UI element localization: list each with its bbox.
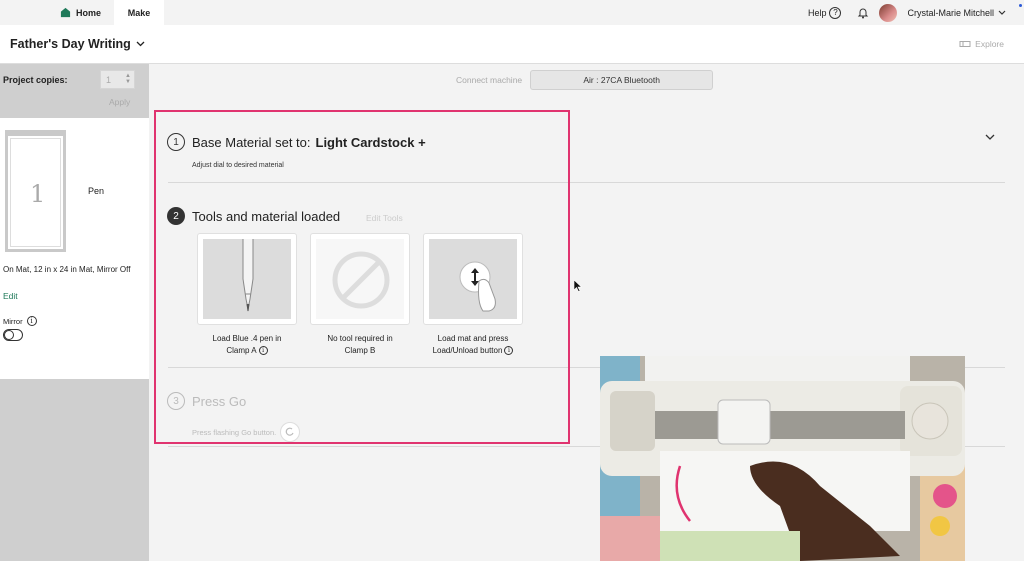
notification-dot	[1019, 4, 1022, 7]
tab-home[interactable]: Home	[60, 0, 101, 25]
go-button[interactable]	[280, 422, 301, 442]
mouse-cursor-icon	[574, 280, 582, 292]
load-unload-image	[429, 239, 517, 319]
step-1-number: 1	[167, 133, 185, 151]
no-tool-image	[316, 239, 404, 319]
tool-caption-line2: Clamp B	[344, 346, 376, 355]
chevron-down-icon	[998, 10, 1006, 15]
step-divider	[168, 182, 1005, 183]
machine-select[interactable]: Air : 27CA Bluetooth	[530, 70, 714, 90]
step-1-subtitle: Adjust dial to desired material	[192, 162, 284, 169]
tool-caption-load-mat: Load mat and press Load/Unload button i	[413, 333, 533, 357]
edit-tools-button[interactable]: Edit Tools	[366, 213, 403, 223]
step-2-number: 2	[167, 207, 185, 225]
help-button[interactable]: Help ?	[807, 6, 842, 19]
avatar[interactable]	[879, 3, 898, 22]
base-material-value[interactable]: Light Cardstock +	[316, 135, 426, 150]
top-nav-bar: Home Make Help ? Crystal-Marie Mitchell	[0, 0, 1024, 25]
mirror-row: Mirror i	[3, 316, 37, 326]
connect-machine-label: Connect machine	[456, 75, 523, 85]
tab-make-label: Make	[127, 7, 151, 18]
mat-description: On Mat, 12 in x 24 in Mat, Mirror Off	[3, 265, 131, 274]
tab-make[interactable]: Make	[114, 0, 164, 25]
info-icon[interactable]: i	[504, 346, 514, 356]
tool-caption-line1: Load mat and press	[437, 334, 509, 343]
top-right-actions: Help ? Crystal-Marie Mitchell	[808, 0, 1006, 25]
tool-caption-clamp-a: Load Blue .4 pen in Clamp Ai	[187, 333, 307, 357]
info-icon[interactable]: i	[26, 316, 37, 326]
tool-card-clamp-b	[310, 233, 410, 325]
mat-tool-label: Pen	[88, 186, 105, 196]
no-tool-icon	[332, 251, 390, 309]
help-icon: ?	[829, 6, 842, 19]
machine-select-value: Air : 27CA Bluetooth	[583, 75, 660, 85]
bell-icon[interactable]	[857, 7, 869, 19]
mirror-toggle[interactable]	[3, 329, 23, 341]
explore-button[interactable]: Explore	[959, 39, 1004, 49]
tool-caption-line1: No tool required in	[327, 334, 393, 343]
tool-card-clamp-a	[197, 233, 297, 325]
project-header: Father's Day Writing Explore	[0, 25, 1024, 64]
project-copies-value: 1	[106, 75, 112, 85]
edit-mat-link[interactable]: Edit	[3, 291, 18, 301]
load-unload-icon	[459, 261, 496, 312]
home-icon	[60, 7, 71, 18]
tab-home-label: Home	[76, 7, 102, 18]
mat-card: 1 Pen On Mat, 12 in x 24 in Mat, Mirror …	[0, 118, 149, 379]
go-icon	[285, 427, 294, 436]
machine-photo	[600, 356, 965, 561]
project-copies-section: Project copies: 1 ▲ ▼ Apply	[0, 64, 149, 118]
step-3-subtitle-row: Press flashing Go button.	[192, 422, 301, 442]
help-label: Help	[807, 7, 827, 18]
machine-row: Connect machine Air : 27CA Bluetooth	[456, 70, 714, 90]
project-title: Father's Day Writing	[10, 37, 131, 51]
chevron-down-icon	[136, 41, 145, 47]
tool-card-load-mat	[423, 233, 523, 325]
mat-thumbnail[interactable]: 1	[5, 130, 66, 252]
explore-label: Explore	[975, 39, 1004, 49]
chevron-down-icon[interactable]	[985, 134, 995, 141]
step-1-prefix: Base Material set to:	[192, 135, 311, 150]
step-3-number: 3	[167, 392, 185, 410]
user-menu[interactable]: Crystal-Marie Mitchell	[907, 8, 1006, 18]
apply-button[interactable]: Apply	[109, 97, 130, 107]
tool-caption-line1: Load Blue .4 pen in	[212, 334, 282, 343]
user-name: Crystal-Marie Mitchell	[907, 7, 994, 18]
step-1-title: Base Material set to: Light Cardstock +	[192, 135, 426, 150]
pen-icon	[242, 239, 254, 312]
tool-caption-line2: Clamp A	[226, 346, 257, 355]
info-icon[interactable]: i	[258, 346, 268, 356]
explore-icon	[959, 41, 971, 47]
mat-number: 1	[30, 180, 46, 208]
mirror-label: Mirror	[3, 316, 23, 326]
tool-caption-clamp-b: No tool required in Clamp B	[300, 333, 420, 357]
stepper-arrows-icon[interactable]: ▲ ▼	[125, 73, 131, 85]
project-copies-label: Project copies:	[3, 75, 68, 85]
tool-caption-line2: Load/Unload button	[432, 346, 503, 355]
project-copies-stepper[interactable]: 1 ▲ ▼	[100, 70, 135, 89]
pen-image	[203, 239, 291, 319]
left-panel: Project copies: 1 ▲ ▼ Apply 1 Pen On Mat,…	[0, 64, 149, 561]
project-title-dropdown[interactable]: Father's Day Writing	[10, 37, 145, 51]
video-overlay	[600, 356, 965, 561]
step-2-title: Tools and material loaded	[192, 209, 341, 224]
step-3-subtitle: Press flashing Go button.	[192, 427, 277, 437]
step-3-title: Press Go	[192, 394, 247, 409]
